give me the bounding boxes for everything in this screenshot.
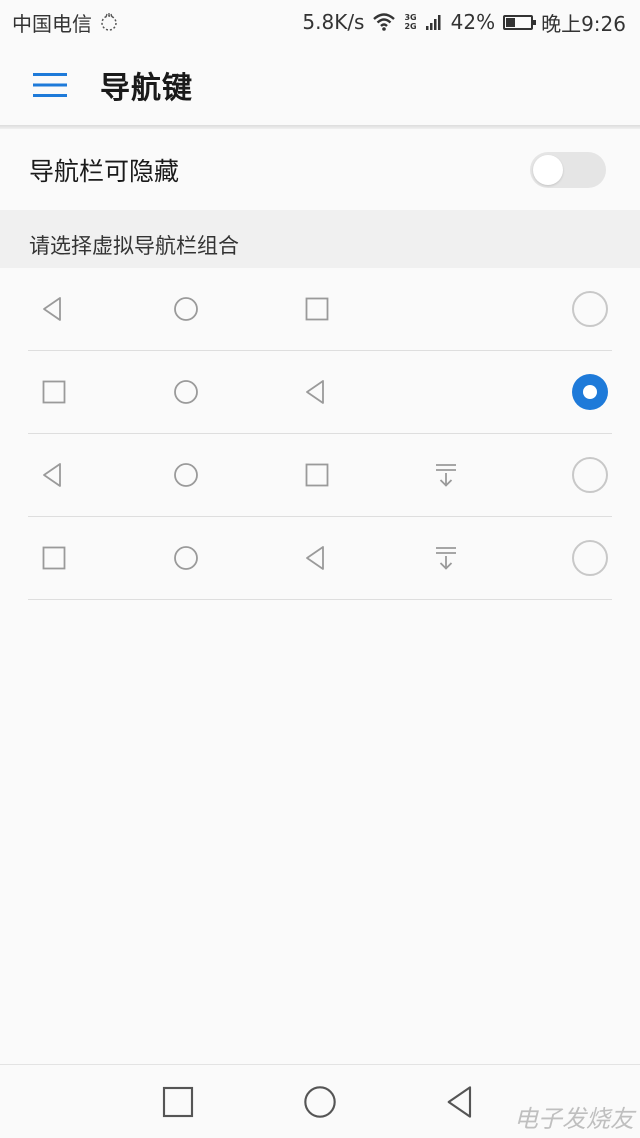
notification-key — [431, 460, 461, 490]
radio-button[interactable] — [572, 291, 608, 327]
navbar-option-row[interactable] — [28, 517, 612, 600]
signal-icon — [425, 15, 441, 30]
recent-key-icon — [305, 297, 329, 321]
radio-button[interactable] — [572, 457, 608, 493]
hide-navbar-label: 导航栏可隐藏 — [29, 156, 180, 186]
battery-level — [506, 17, 516, 27]
battery-icon — [503, 14, 537, 30]
notification-key-icon — [436, 464, 456, 487]
home-key-icon — [304, 1085, 336, 1118]
home-key — [171, 460, 201, 490]
back-key-icon — [306, 380, 324, 404]
back-key — [302, 543, 332, 573]
back-key — [39, 294, 69, 324]
navbar-option-row[interactable] — [28, 434, 612, 517]
nav-back-button[interactable] — [442, 1082, 482, 1122]
back-key-icon — [447, 1085, 472, 1118]
watermark: 电子发烧友 — [514, 1105, 634, 1133]
notification-key — [431, 543, 461, 573]
page-title: 导航键 — [100, 71, 193, 106]
home-key — [171, 294, 201, 324]
hide-navbar-setting-row[interactable]: 导航栏可隐藏 — [0, 129, 640, 210]
notification-key-icon — [436, 547, 456, 570]
radio-button[interactable] — [572, 540, 608, 576]
hide-navbar-switch[interactable] — [530, 151, 606, 188]
status-bar: 中国电信 5.8K/s 3G 2G 42% 晚上9:26 — [0, 0, 640, 44]
back-key — [39, 460, 69, 490]
home-key-icon — [174, 380, 198, 404]
weather-icon — [101, 13, 117, 31]
home-key — [171, 543, 201, 573]
recent-key-icon — [42, 546, 66, 570]
back-key-icon — [43, 463, 61, 487]
home-key-icon — [174, 546, 198, 570]
nav-home-button[interactable] — [300, 1082, 340, 1122]
navbar-option-row[interactable] — [28, 351, 612, 434]
clock-label: 晚上9:26 — [541, 11, 626, 36]
radio-button-selected[interactable] — [572, 374, 608, 410]
home-key-icon — [174, 297, 198, 321]
switch-knob — [533, 154, 563, 185]
menu-button[interactable] — [0, 44, 100, 126]
home-key — [171, 377, 201, 407]
recent-key — [302, 294, 332, 324]
battery-percent-label: 42% — [450, 10, 496, 34]
wifi-icon — [373, 13, 396, 31]
nav-recent-button[interactable] — [158, 1082, 198, 1122]
recent-key-icon — [305, 463, 329, 487]
network-type-badge: 3G 2G — [404, 13, 417, 31]
recent-key — [302, 460, 332, 490]
navbar-combination-list — [0, 268, 640, 600]
hamburger-menu-icon — [33, 73, 67, 97]
recent-key — [39, 377, 69, 407]
carrier-label: 中国电信 — [12, 11, 92, 36]
recent-key-icon — [162, 1086, 194, 1117]
back-key — [302, 377, 332, 407]
recent-key — [39, 543, 69, 573]
screen: 中国电信 5.8K/s 3G 2G 42% 晚上9:26 导航键 导航栏可隐藏 … — [0, 0, 640, 1138]
section-header: 请选择虚拟导航栏组合 — [0, 210, 640, 268]
navbar-option-row[interactable] — [28, 268, 612, 351]
recent-key-icon — [42, 380, 66, 404]
back-key-icon — [306, 546, 324, 570]
home-key-icon — [174, 463, 198, 487]
back-key-icon — [43, 297, 61, 321]
app-bar: 导航键 — [0, 44, 640, 126]
net-speed-label: 5.8K/s — [302, 10, 365, 34]
section-title: 请选择虚拟导航栏组合 — [29, 234, 239, 258]
